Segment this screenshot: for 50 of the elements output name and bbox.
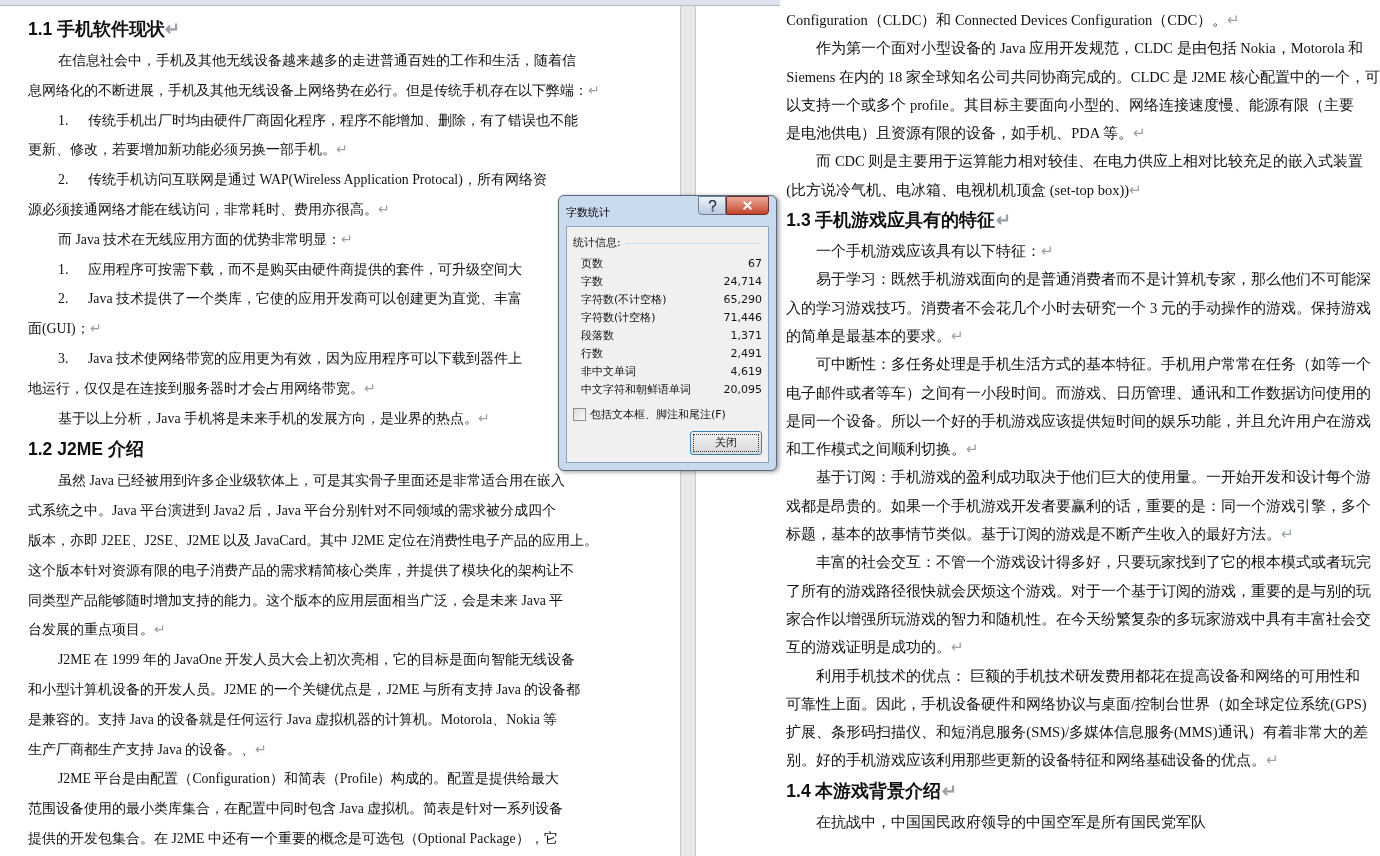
stat-label: 字符数(不计空格) (581, 292, 667, 309)
stat-value: 71,446 (723, 310, 762, 327)
stat-value: 65,290 (723, 292, 762, 309)
stat-label: 页数 (581, 256, 603, 273)
body-paragraph: 基于以上分析，Java 手机将是未来手机的发展方向，是业界的热点。↵ (57, 409, 490, 428)
stat-value: 2,491 (730, 346, 762, 363)
list-item: 2. 传统手机访问互联网是通过 WAP(Wireless Application Protocal)，所有网络资 源必须接通网络才能在线访问，非常耗时、费用亦很高。↵ (28, 171, 547, 219)
stat-label: 中文字符和朝鲜语单词 (581, 382, 691, 399)
section-heading: 1.2 J2ME 介绍 (28, 438, 144, 462)
stat-value: 24,714 (723, 274, 762, 291)
stat-label: 字数 (581, 274, 603, 291)
list-item: 2. Java 技术提供了一个类库，它使的应用开发商可以创建更为直觉、丰富 面(GUI)；↵ (28, 290, 522, 339)
section-heading: 1.4 本游戏背景介绍↵ (786, 779, 957, 803)
body-paragraph: 基于订阅：手机游戏的盈利成功取决于他们巨大的使用量。一开始开发和设计每个游 戏都是昂贵的。如果一个手机游戏开发者要赢利的话，重要的是：同一个游戏引擎，多个 标题，基本的故事情节类似。基于订阅的游戏是不断产生收入的最好方法。↵ (786, 468, 1372, 545)
stat-value: 67 (748, 256, 762, 273)
list-item: 1. 传统手机出厂时均由硬件厂商固化程序，程序不能增加、删除，有了错误也不能 更新、修改，若要增加新功能必须另换一部手机。↵ (28, 111, 578, 160)
close-dialog-button[interactable]: 关闭 (690, 431, 762, 455)
body-paragraph: 丰富的社会交互：不管一个游戏设计得多好，只要玩家找到了它的根本模式或者玩完 了所有的游戏路径很快就会厌烦这个游戏。对于一个基于订阅的游戏，重要的是与别的玩 家合作以增强所玩游戏的智力和随机性。在今天纷繁复杂的多玩家游戏中具有丰富社会交 互的游戏证明是成功的。↵ (786, 553, 1372, 658)
list-item: 1. 应用程序可按需下载，而不是购买由硬件商提供的套件，可升级空间大 (57, 260, 522, 279)
body-paragraph: 虽然 Java 已经被用到许多企业级软体上，可是其实骨子里面还是非常适合用在嵌入 式系统之中。Java 平台演进到 Java2 后，Java 平台分别针对不同领域的需求被分成四个 版本，亦即 J2EE、J2SE、J2ME 以及 JavaCard。其中 J2ME 定位在消费性电子产品的应用上。 这个版本针对资源有限的电子消费产品的需求精简核心类库，并提供了模块化的架构让不 同类型产品能够随时增加支持的能力。这个版本的应用层面相当广泛，会是未来 Java 平 台发展的重点项目。↵ (28, 472, 598, 640)
body-paragraph: Configuration（CLDC）和 Connected Devices Configuration（CDC）。↵ (786, 11, 1241, 30)
body-paragraph: 利用手机技术的优点： 巨额的手机技术研发费用都花在提高设备和网络的可用性和 可靠性上面。因此，手机设备硬件和网络协议与桌面/控制台世界（如全球定位系统(GPS) 扩展、条形码扫描仪、和短消息服务(SMS)/多媒体信息服务(MMS)通讯）有着非常大的差 别。好的手机游戏应该利用那些更新的设备特征和网络基础设备的优点。↵ (786, 666, 1368, 771)
stat-value: 20,095 (723, 382, 762, 399)
checkbox[interactable] (573, 408, 586, 422)
body-paragraph: 一个手机游戏应该具有以下特征：↵ (815, 242, 1055, 262)
checkbox-label: 包括文本框、脚注和尾注(F) (590, 406, 726, 423)
body-paragraph: 在抗战中，中国国民政府领导的中国空军是所有国民党军队 (815, 812, 1207, 832)
stat-label: 字符数(计空格) (581, 310, 656, 327)
stat-value: 1,371 (730, 328, 762, 345)
help-icon (707, 199, 717, 212)
section-heading: 1.1 手机软件现状↵ (28, 18, 181, 41)
body-paragraph: 易于学习：既然手机游戏面向的是普通消费者而不是计算机专家，那么他们不可能深 入的学习游戏技巧。消费者不会花几个小时去研究一个 3 元的手动操作的游戏。保持游戏 的简单是最基本的要求。↵ (786, 270, 1372, 346)
list-item: 3. Java 技术使网络带宽的应用更为有效，因为应用程序可以下载到器件上 地运行，仅仅是在连接到服务器时才会占用网络带宽。↵ (28, 349, 522, 398)
dialog-title: 字数统计 (566, 205, 610, 221)
body-paragraph: 可中断性：多任务处理是手机生活方式的基本特征。手机用户常常在任务（如等一个 电子邮件或者等车）之间有一小段时间。而游戏、日历管理、通讯和工作数据访问使用的 是同一个设备。所以一个好的手机游戏应该提供短时间的娱乐功能，并且允许用户在游戏 和工作模式之间顺利切换。↵ (786, 355, 1372, 460)
stat-label: 行数 (581, 346, 603, 363)
body-paragraph: J2ME 在 1999 年的 JavaOne 开发人员大会上初次亮相，它的目标是面向智能无线设备 和小型计算机设备的开发人员。J2ME 的一个关键优点是，J2ME 与所有支持 Java 的设备都 是兼容的。支持 Java 的设备就是任何运行 Java 虚拟机器的计算机。Motorola、Nokia 等 生产厂商都生产支持 Java 的设备。、↵ (28, 651, 581, 759)
body-paragraph: 在信息社会中，手机及其他无线设备越来越多的走进普通百姓的工作和生活，随着信 息网络化的不断进展，手机及其他无线设备上网络势在必行。但是传统手机存在以下弊端：↵ (28, 52, 600, 100)
stat-label: 非中文单词 (581, 364, 636, 381)
help-button[interactable] (698, 196, 726, 215)
close-icon (741, 199, 754, 212)
stat-value: 4,619 (730, 364, 762, 381)
section-heading: 1.3 手机游戏应具有的特征↵ (786, 209, 1011, 233)
close-button[interactable] (726, 196, 769, 215)
stat-label: 段落数 (581, 328, 614, 345)
body-paragraph: 而 Java 技术在无线应用方面的优势非常明显：↵ (57, 230, 354, 249)
body-paragraph: 作为第一个面对小型设备的 Java 应用开发规范，CLDC 是由包括 Nokia，Motorola 和 Siemens 在内的 18 家全球知名公司共同协商完成的。CLDC 是 J2ME 核心配置中的一个，可 以支持一个或多个 profile。其目标主要面向小型的、网络连接速度慢、能源有限（主要 是电池供电）且资源有限的设备，如手机、PDA 等。↵ (786, 39, 1380, 144)
group-label: 统计信息: (573, 235, 621, 251)
body-paragraph: 而 CDC 则是主要用于运算能力相对较佳、在电力供应上相对比较充足的嵌入式装置 (比方说冷气机、电冰箱、电视机机顶盒 (set-top box))↵ (786, 152, 1364, 200)
body-paragraph: J2ME 平台是由配置（Configuration）和简表（Profile）构成的。配置是提供给最大 范围设备使用的最小类库集合，在配置中同时包含 Java 虚拟机。简表是针对一系列设备 提供的开发包集合。在 J2ME 中还有一个重要的概念是可选包（Optional Package），它 (28, 770, 564, 848)
